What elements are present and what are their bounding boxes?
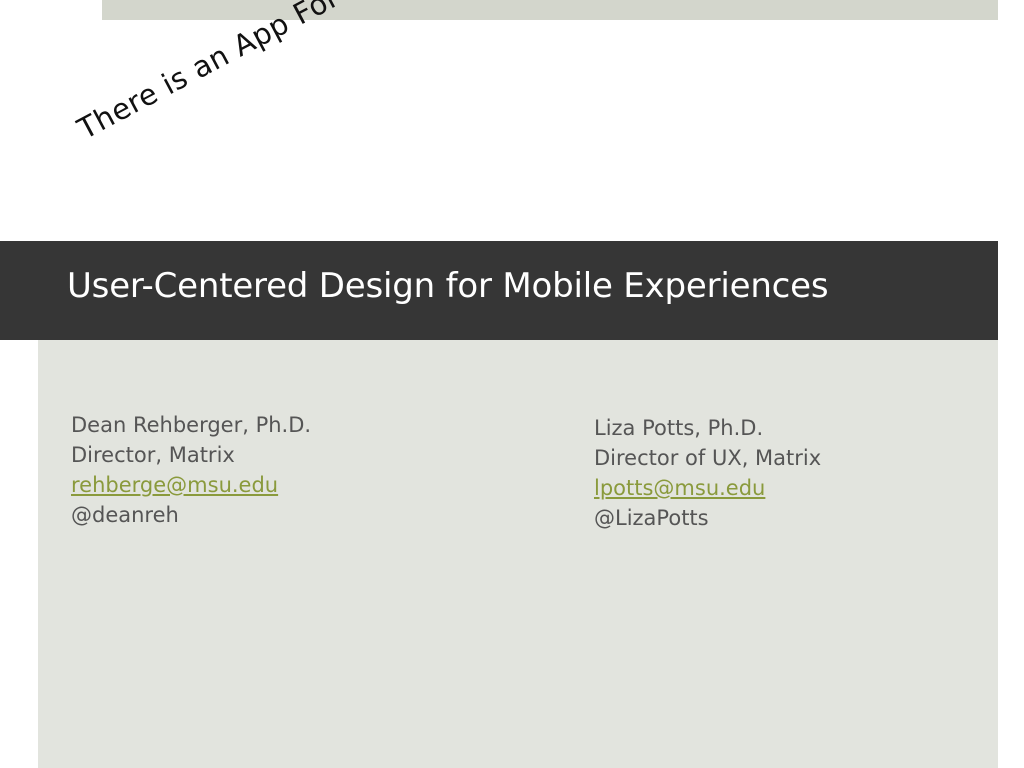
content-panel bbox=[38, 340, 998, 768]
author-handle: @deanreh bbox=[71, 503, 179, 527]
author-role: Director of UX, Matrix bbox=[594, 446, 822, 470]
top-accent-band bbox=[102, 0, 998, 20]
author-name: Liza Potts, Ph.D. bbox=[594, 416, 764, 440]
author-handle: @LizaPotts bbox=[594, 506, 709, 530]
author-role: Director, Matrix bbox=[71, 443, 235, 467]
slide: There is an App For That! User-Centered … bbox=[0, 0, 1024, 768]
author-block-potts: Liza Potts, Ph.D. Director of UX, Matrix… bbox=[594, 413, 821, 533]
author-block-rehberger: Dean Rehberger, Ph.D. Director, Matrix r… bbox=[71, 410, 311, 530]
author-email-link[interactable]: rehberge@msu.edu bbox=[71, 473, 278, 497]
slide-title: User-Centered Design for Mobile Experien… bbox=[67, 266, 829, 306]
author-name: Dean Rehberger, Ph.D. bbox=[71, 413, 312, 437]
tagline: There is an App For That! bbox=[72, 0, 424, 147]
author-email-link[interactable]: lpotts@msu.edu bbox=[594, 476, 765, 500]
